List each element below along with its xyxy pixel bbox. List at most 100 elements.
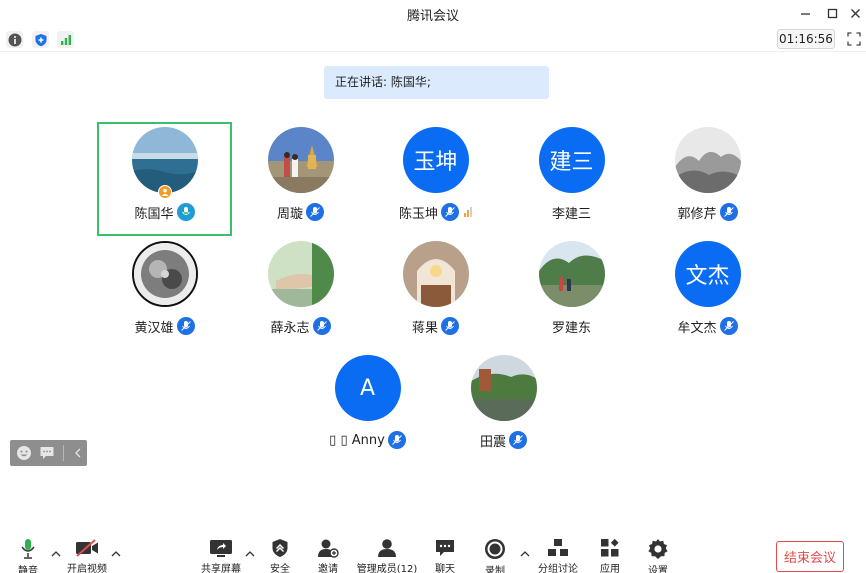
mute-button[interactable]: 静音 [14, 538, 42, 573]
avatar: 玉坤 [402, 127, 469, 193]
apps-icon [600, 538, 620, 558]
share-options-chevron-icon[interactable] [244, 548, 256, 560]
record-button[interactable]: 录制 [481, 538, 509, 573]
participant-tile[interactable]: 文杰 牟文杰 [640, 236, 775, 350]
speaking-banner: 正在讲话: 陈国华; [324, 66, 549, 99]
participant-name: 陈国华 [134, 206, 174, 222]
participant-name-row: 周璇 [233, 201, 368, 223]
security-button[interactable]: 安全 [266, 538, 294, 573]
shield-icon[interactable] [32, 31, 49, 48]
participant-name: ▯ ▯ Anny [329, 432, 385, 448]
mic-icon [312, 317, 331, 335]
divider [63, 445, 64, 461]
participant-tile[interactable]: 罗建东 [504, 236, 639, 350]
microphone-icon [19, 538, 37, 560]
share-screen-button[interactable]: 共享屏幕 [199, 538, 243, 573]
participant-name: 田震 [479, 434, 506, 450]
mic-icon [441, 203, 459, 221]
record-icon [484, 538, 506, 560]
weak-signal-icon [464, 207, 472, 217]
participant-name: 黄汉雄 [134, 320, 174, 336]
participant-name-row: ▯ ▯ Anny [300, 429, 435, 451]
meeting-window: 腾讯会议 01:16:56 正在讲话: 陈国华; 陈国华 周璇 玉坤 陈玉坤 建… [0, 0, 866, 573]
mic-active-icon [176, 203, 195, 221]
manage-members-button[interactable]: 管理成员(12) [356, 538, 418, 573]
participant-name-row: 陈玉坤 [368, 201, 503, 223]
avatar [131, 127, 198, 193]
avatar [267, 127, 334, 193]
meeting-timer: 01:16:56 [777, 29, 835, 49]
mic-icon [176, 317, 195, 335]
participant-tile[interactable]: A ▯ ▯ Anny [300, 350, 435, 464]
avatar [538, 241, 605, 307]
minimize-icon[interactable] [794, 2, 816, 24]
signal-icon[interactable] [57, 31, 74, 48]
chat-button[interactable]: 聊天 [431, 538, 459, 573]
participant-name-row: 罗建东 [504, 315, 639, 337]
mic-icon [387, 431, 406, 449]
participant-name: 郭修芹 [677, 206, 717, 222]
emoji-icon[interactable] [15, 444, 33, 462]
avatar: 文杰 [674, 241, 741, 307]
bottom-toolbar: 静音 开启视频 共享屏幕 安全 邀请 管理成员(12) 聊天 录制 分组讨论 应… [0, 530, 866, 573]
security-shield-icon [271, 538, 289, 558]
chat-bubble-icon[interactable] [38, 444, 56, 462]
participant-name-row: 陈国华 [99, 201, 230, 223]
settings-button[interactable]: 设置 [644, 538, 672, 573]
participant-name-row: 牟文杰 [640, 315, 775, 337]
add-user-icon [317, 538, 339, 558]
info-bar: 01:16:56 [0, 28, 866, 52]
mic-icon [719, 317, 738, 335]
participant-name-row: 李建三 [504, 201, 639, 223]
participant-name: 薛永志 [270, 320, 310, 336]
maximize-icon[interactable] [821, 2, 843, 24]
avatar [674, 127, 741, 193]
chat-icon [435, 538, 455, 558]
breakout-icon [547, 538, 569, 558]
avatar [402, 241, 469, 307]
participant-name: 周璇 [276, 206, 303, 222]
participant-name: 李建三 [551, 206, 591, 222]
participant-tile[interactable]: 田震 [436, 350, 571, 464]
avatar: A [334, 355, 401, 421]
participant-name: 陈玉坤 [398, 206, 438, 222]
fullscreen-icon[interactable] [845, 30, 863, 48]
floating-mini-bar [10, 440, 87, 466]
participant-tile[interactable]: 蒋果 [368, 236, 503, 350]
breakout-rooms-button[interactable]: 分组讨论 [537, 538, 579, 573]
avatar [131, 241, 198, 307]
record-options-chevron-icon[interactable] [519, 548, 531, 560]
participant-name-row: 郭修芹 [640, 201, 775, 223]
avatar [470, 355, 537, 421]
participant-tile[interactable]: 黄汉雄 [97, 236, 232, 350]
participant-tile[interactable]: 郭修芹 [640, 122, 775, 236]
participant-tile[interactable]: 陈国华 [97, 122, 232, 236]
info-icon[interactable] [6, 31, 23, 48]
members-icon [376, 538, 398, 558]
participant-name-row: 蒋果 [368, 315, 503, 337]
host-icon [157, 185, 172, 199]
invite-button[interactable]: 邀请 [313, 538, 343, 573]
mic-icon [441, 317, 459, 335]
avatar [267, 241, 334, 307]
share-screen-icon [209, 538, 233, 558]
window-title: 腾讯会议 [406, 9, 459, 24]
mic-icon [509, 431, 527, 449]
participant-tile[interactable]: 薛永志 [233, 236, 368, 350]
video-options-chevron-icon[interactable] [110, 548, 122, 560]
end-meeting-button[interactable]: 结束会议 [776, 541, 844, 572]
title-bar: 腾讯会议 [0, 0, 866, 26]
participant-name-row: 田震 [436, 429, 571, 451]
participant-tile[interactable]: 周璇 [233, 122, 368, 236]
start-video-button[interactable]: 开启视频 [64, 538, 110, 573]
avatar: 建三 [538, 127, 605, 193]
close-icon[interactable] [844, 2, 866, 24]
participant-name: 牟文杰 [677, 320, 717, 336]
participant-tile[interactable]: 建三 李建三 [504, 122, 639, 236]
collapse-chevron-icon[interactable] [69, 444, 87, 462]
participant-tile[interactable]: 玉坤 陈玉坤 [368, 122, 503, 236]
video-off-icon [74, 538, 100, 558]
gear-icon [647, 538, 669, 560]
apps-button[interactable]: 应用 [596, 538, 624, 573]
mute-options-chevron-icon[interactable] [50, 548, 62, 560]
